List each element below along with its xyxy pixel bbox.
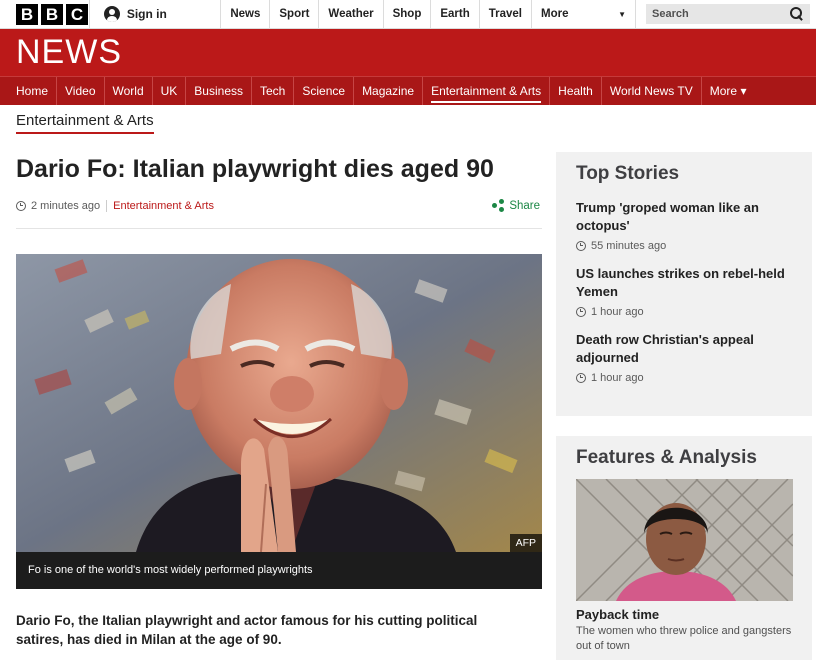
top-stories-heading: Top Stories [576,163,680,184]
nav-item-entertainment-arts[interactable]: Entertainment & Arts [423,77,551,105]
top-story-time: 1 hour ago [576,372,792,384]
nav-item-business[interactable]: Business [186,77,252,105]
article-time: 2 minutes ago [31,199,101,212]
top-stories-panel: Top Stories Trump 'groped woman like an … [556,152,812,416]
nav-item-world[interactable]: World [105,77,153,105]
nav-item-uk[interactable]: UK [153,77,187,105]
user-icon [103,6,120,22]
search-placeholder: Search [652,8,689,20]
feature-portrait [576,479,793,601]
top-nav-travel[interactable]: Travel [478,0,531,28]
nav-item-magazine[interactable]: Magazine [354,77,424,105]
portrait-illustration [16,254,542,552]
image-credit: AFP [509,534,542,552]
article-headline: Dario Fo: Italian playwright dies aged 9… [16,155,494,183]
share-icon [492,199,505,212]
logo-letter-b1: B [16,3,38,25]
top-story-time: 1 hour ago [576,306,792,318]
top-nav-shop[interactable]: Shop [382,0,431,28]
nav-item-science[interactable]: Science [294,77,355,105]
meta-divider-line [16,228,542,229]
top-nav-sport[interactable]: Sport [269,0,318,28]
sign-in-label: Sign in [126,7,167,21]
sign-in-link[interactable]: Sign in [88,0,221,28]
article-category-link[interactable]: Entertainment & Arts [113,200,214,212]
clock-icon [576,373,586,383]
chevron-down-icon: ▼ [618,9,626,19]
search-input[interactable]: Search [646,4,810,24]
top-story-time-label: 55 minutes ago [591,240,667,252]
nav-item-more[interactable]: More ▾ [702,77,755,105]
logo-letter-b2: B [41,3,63,25]
main-nav: Home Video World UK Business Tech Scienc… [0,76,816,105]
top-nav-news[interactable]: News [220,0,269,28]
feature-image[interactable] [576,479,793,601]
nav-item-health[interactable]: Health [550,77,602,105]
logo-letter-c: C [66,3,88,25]
top-story-time-label: 1 hour ago [591,372,644,384]
top-story-title[interactable]: Trump 'groped woman like an octopus' [576,199,792,235]
bbc-logo[interactable]: B B C [0,0,89,28]
top-story-time: 55 minutes ago [576,240,792,252]
top-story-time-label: 1 hour ago [591,306,644,318]
clock-icon [576,307,586,317]
top-nav-more-button[interactable]: More ▼ [531,0,635,28]
feature-title[interactable]: Payback time [576,607,792,622]
clock-icon [576,241,586,251]
search-area: Search [635,0,816,28]
top-nav-earth[interactable]: Earth [430,0,478,28]
share-button[interactable]: Share [492,199,540,212]
news-title[interactable]: NEWS [16,33,122,72]
top-nav-weather[interactable]: Weather [318,0,382,28]
top-story-title[interactable]: US launches strikes on rebel-held Yemen [576,265,792,301]
top-story-title[interactable]: Death row Christian's appeal adjourned [576,331,792,367]
search-icon[interactable] [790,7,804,21]
article-lede: Dario Fo, the Italian playwright and act… [16,613,478,647]
nav-item-home[interactable]: Home [8,77,58,105]
more-label: More [541,8,569,20]
image-caption: Fo is one of the world's most widely per… [16,552,542,589]
features-panel: Features & Analysis Payback time The wom… [556,436,812,660]
nav-item-world-news-tv[interactable]: World News TV [602,77,702,105]
bbc-top-bar: B B C Sign in News Sport Weather Shop Ea… [0,0,816,29]
article-meta: 2 minutes ago Entertainment & Arts Share [16,199,540,212]
top-nav: News Sport Weather Shop Earth Travel Mor… [220,0,635,28]
clock-icon [16,200,26,211]
nav-item-video[interactable]: Video [57,77,105,105]
features-heading: Features & Analysis [576,447,757,468]
top-story-item[interactable]: US launches strikes on rebel-held Yemen … [576,265,792,318]
article-main-image[interactable]: AFP [16,254,542,552]
section-title[interactable]: Entertainment & Arts [16,112,154,134]
share-label: Share [509,199,540,212]
nav-item-tech[interactable]: Tech [252,77,295,105]
top-story-item[interactable]: Trump 'groped woman like an octopus' 55 … [576,199,792,252]
meta-divider [106,199,108,212]
news-banner: NEWS [0,29,816,76]
feature-subtitle: The women who threw police and gangsters… [576,625,792,652]
top-story-item[interactable]: Death row Christian's appeal adjourned 1… [576,331,792,384]
